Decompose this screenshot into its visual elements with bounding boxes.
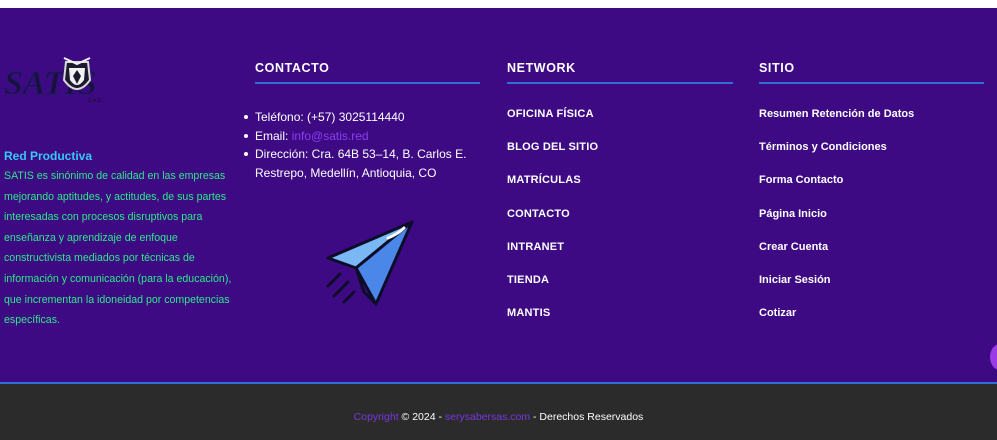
copyright-link[interactable]: Copyright [354, 411, 399, 423]
rights-text: - Derechos Reservados [530, 411, 644, 423]
site-heading: SITIO [759, 61, 795, 75]
contact-email: Email: info@satis.red [243, 127, 488, 146]
network-link-matriculas[interactable]: MATRÍCULAS [507, 174, 598, 207]
network-link-tienda[interactable]: TIENDA [507, 274, 598, 307]
network-links: OFICINA FÍSICA BLOG DEL SITIO MATRÍCULAS… [507, 108, 598, 340]
site-link-cotizar[interactable]: Cotizar [759, 307, 914, 340]
contact-email-label: Email: [255, 128, 292, 143]
network-link-contacto[interactable]: CONTACTO [507, 208, 598, 241]
brand-title: Red Productiva [4, 149, 93, 163]
svg-text:S.A.S.: S.A.S. [88, 98, 102, 104]
site-heading-rule [759, 82, 984, 84]
contact-phone: Teléfono: (+57) 3025114440 [243, 108, 488, 127]
site-link-contacto[interactable]: Forma Contacto [759, 174, 914, 207]
network-heading: NETWORK [507, 61, 576, 75]
site-link-iniciar-sesion[interactable]: Iniciar Sesión [759, 274, 914, 307]
brand-description: SATIS es sinónimo de calidad en las empr… [4, 170, 232, 327]
copyright-year: © 2024 - [398, 411, 445, 423]
site-link-crear-cuenta[interactable]: Crear Cuenta [759, 241, 914, 274]
network-link-oficina[interactable]: OFICINA FÍSICA [507, 108, 598, 141]
site-link-retencion[interactable]: Resumen Retención de Datos [759, 108, 914, 141]
contact-heading: CONTACTO [255, 61, 330, 75]
contact-email-link[interactable]: info@satis.red [292, 129, 369, 143]
contact-address: Dirección: Cra. 64B 53–14, B. Carlos E. … [243, 145, 488, 182]
network-link-blog[interactable]: BLOG DEL SITIO [507, 141, 598, 174]
contact-heading-rule [255, 82, 480, 84]
site-links: Resumen Retención de Datos Términos y Co… [759, 108, 914, 340]
network-heading-rule [507, 82, 733, 84]
site-link-terminos[interactable]: Términos y Condiciones [759, 141, 914, 174]
copyright-line: Copyright © 2024 - serysabersas.com - De… [0, 411, 997, 423]
network-link-mantis[interactable]: MANTIS [507, 307, 598, 340]
network-link-intranet[interactable]: INTRANET [507, 241, 598, 274]
site-name-link[interactable]: serysabersas.com [445, 411, 530, 423]
top-page-strip [0, 0, 997, 8]
satis-logo[interactable]: SATIS S.A.S. [4, 56, 114, 106]
site-link-inicio[interactable]: Página Inicio [759, 208, 914, 241]
paper-plane-icon [318, 216, 418, 310]
contact-list: Teléfono: (+57) 3025114440 Email: info@s… [243, 108, 488, 182]
